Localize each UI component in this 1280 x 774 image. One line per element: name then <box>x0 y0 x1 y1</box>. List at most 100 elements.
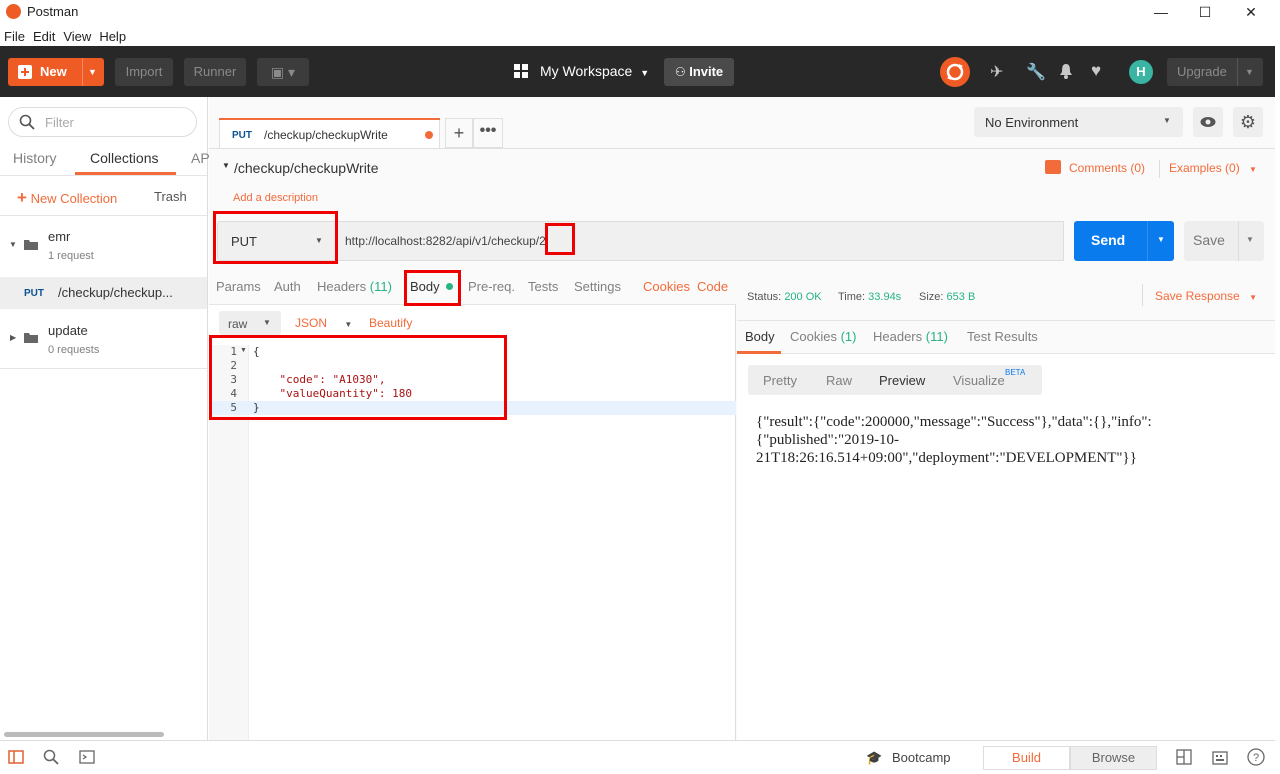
sidebar-toggle-icon[interactable] <box>8 750 24 764</box>
workspace-label: My Workspace <box>540 63 633 79</box>
new-button-label: New <box>40 64 67 79</box>
ellipsis-icon: ••• <box>479 122 497 139</box>
code-link[interactable]: Code <box>697 279 728 294</box>
view-mode-toggle: Pretty Raw Preview Visualize BETA <box>748 365 1042 395</box>
menu-help[interactable]: Help <box>95 24 130 44</box>
workspace-selector[interactable]: My Workspace ▼ <box>540 63 649 79</box>
chevron-down-icon: ▼ <box>88 67 97 77</box>
tab-headers-label: Headers <box>317 279 367 294</box>
console-icon[interactable] <box>79 750 95 764</box>
build-mode-button[interactable]: Build <box>983 746 1070 770</box>
response-tab-headers-label: Headers <box>873 329 923 344</box>
plus-icon: + <box>453 123 465 143</box>
bootcamp-link[interactable]: Bootcamp <box>892 750 951 765</box>
browse-mode-button[interactable]: Browse <box>1070 746 1157 770</box>
send-button[interactable]: Send ▼ <box>1074 221 1174 261</box>
body-mode-label: raw <box>228 317 248 331</box>
sidebar-scrollbar[interactable] <box>4 732 164 737</box>
save-button[interactable]: Save ▼ <box>1184 221 1264 261</box>
menu-file[interactable]: File <box>0 24 29 44</box>
response-body-line: {"result":{"code":200000,"message":"Succ… <box>756 414 1152 430</box>
response-body-line: {"published":"2019-10- <box>756 432 900 448</box>
runner-button[interactable]: Runner <box>184 58 246 86</box>
tab-params[interactable]: Params <box>216 279 261 294</box>
add-description-link[interactable]: Add a description <box>233 192 318 204</box>
tab-request-name: /checkup/checkupWrite <box>264 128 388 142</box>
new-collection-button[interactable]: + New Collection <box>17 188 117 208</box>
save-response-button[interactable]: Save Response ▼ <box>1155 289 1257 303</box>
add-tab-button[interactable]: + <box>445 118 473 148</box>
examples-button[interactable]: Examples (0) ▼ <box>1169 161 1257 175</box>
caret-down-icon[interactable]: ▼ <box>222 161 230 170</box>
chevron-down-icon: ▼ <box>263 318 271 327</box>
invite-button[interactable]: ⚇ Invite <box>664 58 734 86</box>
view-mode-raw[interactable]: Raw <box>826 373 852 388</box>
response-size[interactable]: Size: 653 B <box>919 291 975 303</box>
import-button[interactable]: Import <box>115 58 173 86</box>
filter-input[interactable]: Filter <box>8 107 197 137</box>
satellite-icon[interactable]: ✈ <box>990 62 1003 82</box>
more-tabs-button[interactable]: ••• <box>473 118 503 148</box>
filter-placeholder: Filter <box>45 115 74 130</box>
new-collection-label: New Collection <box>30 191 118 206</box>
request-method-badge: PUT <box>24 288 44 299</box>
tab-history[interactable]: History <box>13 150 57 166</box>
avatar[interactable]: H <box>1129 60 1153 84</box>
status-label: Status: <box>747 291 782 303</box>
collection-item-update[interactable]: ▶ update 0 requests <box>0 311 207 369</box>
caret-right-icon: ▶ <box>10 333 17 342</box>
heart-icon[interactable]: ♥ <box>1091 61 1101 81</box>
status-value: 200 OK <box>784 291 822 303</box>
menu-edit[interactable]: Edit <box>29 24 59 44</box>
sidebar-request-item[interactable]: PUT /checkup/checkup... <box>0 277 207 309</box>
tab-settings[interactable]: Settings <box>574 279 621 294</box>
upgrade-button[interactable]: Upgrade ▼ <box>1167 58 1263 86</box>
tab-tests[interactable]: Tests <box>528 279 558 294</box>
url-input[interactable]: http://localhost:8282/api/v1/checkup/2 <box>337 221 1064 261</box>
response-time[interactable]: Time: 33.94s <box>838 291 901 303</box>
collection-item-emr[interactable]: ▼ emr 1 request <box>0 216 207 276</box>
response-tab-body[interactable]: Body <box>745 329 775 344</box>
new-button[interactable]: New ▼ <box>8 58 104 86</box>
tab-apis[interactable]: AP <box>191 150 210 166</box>
wrench-icon[interactable]: 🔧 <box>1026 62 1046 82</box>
tab-collections[interactable]: Collections <box>90 150 158 166</box>
menu-view[interactable]: View <box>59 24 95 44</box>
keyboard-shortcuts-icon[interactable] <box>1212 749 1228 765</box>
chevron-down-icon: ▼ <box>1245 67 1254 77</box>
environment-label: No Environment <box>985 115 1079 130</box>
bell-icon[interactable] <box>1059 63 1073 79</box>
cookies-link[interactable]: Cookies <box>643 279 690 294</box>
sync-icon[interactable] <box>940 57 970 87</box>
tab-headers[interactable]: Headers (11) <box>317 279 392 294</box>
view-mode-visualize[interactable]: Visualize <box>953 373 1005 388</box>
environment-selector[interactable]: No Environment ▼ <box>974 107 1183 137</box>
find-icon[interactable] <box>43 749 59 765</box>
response-tab-headers[interactable]: Headers (11) <box>873 329 948 344</box>
environment-quick-look-button[interactable] <box>1193 107 1223 137</box>
beautify-button[interactable]: Beautify <box>369 316 412 330</box>
view-mode-pretty[interactable]: Pretty <box>763 373 797 388</box>
maximize-button[interactable]: ☐ <box>1182 0 1228 24</box>
svg-text:?: ? <box>1253 752 1259 764</box>
request-tab[interactable]: PUT /checkup/checkupWrite <box>219 118 440 148</box>
minimize-button[interactable]: — <box>1138 0 1184 24</box>
time-label: Time: <box>838 291 866 303</box>
trash-button[interactable]: Trash <box>154 189 187 204</box>
body-mode-select[interactable]: raw ▼ <box>219 311 281 335</box>
close-window-button[interactable]: ✕ <box>1228 0 1274 24</box>
comment-icon <box>1045 160 1061 174</box>
view-mode-preview[interactable]: Preview <box>879 373 925 388</box>
new-window-button[interactable]: ▣ ▾ <box>257 58 309 86</box>
new-window-icon: ▣ ▾ <box>270 64 296 80</box>
manage-environments-button[interactable]: ⚙ <box>1233 107 1263 137</box>
response-status: Status: 200 OK <box>747 291 822 303</box>
two-pane-view-icon[interactable] <box>1176 749 1192 765</box>
tab-auth[interactable]: Auth <box>274 279 301 294</box>
response-tab-cookies[interactable]: Cookies (1) <box>790 329 856 344</box>
tab-prerequest[interactable]: Pre-req. <box>468 279 515 294</box>
highlight-method <box>213 211 338 264</box>
help-icon[interactable]: ? <box>1247 748 1265 766</box>
response-tab-test-results[interactable]: Test Results <box>967 329 1038 344</box>
body-format-select[interactable]: JSON ▼ <box>295 316 352 330</box>
